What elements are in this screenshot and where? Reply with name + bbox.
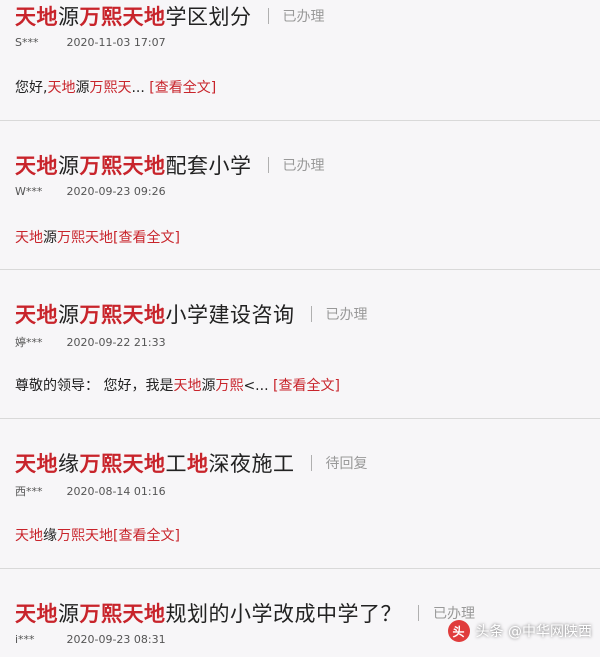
post-item[interactable]: 天地源万熙天地学区划分 已办理 S*** 2020-11-03 17:07 您好… (0, 0, 600, 121)
post-snippet: 天地源万熙天地[查看全文] (15, 230, 180, 246)
post-snippet: 天地缘万熙天地[查看全文] (15, 528, 180, 544)
post-item[interactable]: 天地源万熙天地小学建设咨询 已办理 婷*** 2020-09-22 21:33 … (0, 298, 600, 419)
watermark-label: 头条 @中华网陕西 (475, 624, 592, 640)
read-more-link[interactable]: [查看全文] (113, 528, 180, 544)
post-title[interactable]: 天地缘万熙天地工地深夜施工 (15, 448, 295, 478)
post-meta: W*** 2020-09-23 09:26 (15, 185, 166, 198)
post-time: 2020-08-14 01:16 (66, 485, 166, 498)
post-time: 2020-09-22 21:33 (66, 336, 166, 349)
post-meta: 西*** 2020-08-14 01:16 (15, 483, 166, 499)
post-user: S*** (15, 36, 39, 49)
post-snippet: 您好,天地源万熙天... [查看全文] (15, 80, 217, 96)
read-more-link[interactable]: [查看全文] (269, 378, 340, 394)
post-title[interactable]: 天地源万熙天地规划的小学改成中学了？ (15, 598, 402, 628)
post-user: i*** (15, 633, 35, 646)
read-more-link[interactable]: [查看全文] (113, 230, 180, 246)
toutiao-logo-icon: 头 (447, 620, 470, 642)
divider (267, 157, 269, 173)
post-meta: S*** 2020-11-03 17:07 (15, 36, 166, 49)
post-item[interactable]: 天地缘万熙天地工地深夜施工 待回复 西*** 2020-08-14 01:16 … (0, 447, 600, 569)
divider (267, 8, 269, 24)
post-title[interactable]: 天地源万熙天地小学建设咨询 (15, 299, 295, 329)
status-badge: 已办理 (282, 158, 325, 174)
post-user: 婷*** (15, 336, 43, 349)
post-time: 2020-09-23 09:26 (66, 185, 166, 198)
status-badge: 已办理 (282, 9, 325, 25)
post-title[interactable]: 天地源万熙天地配套小学 (15, 150, 252, 180)
status-badge: 待回复 (325, 456, 368, 472)
read-more-link[interactable]: [查看全文] (145, 80, 216, 96)
post-meta: i*** 2020-09-23 08:31 (15, 633, 166, 646)
post-user: 西*** (15, 485, 43, 498)
watermark: 头 头条 @中华网陕西 (447, 620, 592, 642)
divider (418, 605, 419, 621)
post-time: 2020-09-23 08:31 (66, 633, 166, 646)
divider (310, 306, 312, 322)
post-user: W*** (15, 185, 43, 198)
post-title[interactable]: 天地源万熙天地学区划分 (15, 1, 252, 31)
divider (310, 455, 312, 471)
post-item[interactable]: 天地源万熙天地配套小学 已办理 W*** 2020-09-23 09:26 天地… (0, 149, 600, 270)
post-meta: 婷*** 2020-09-22 21:33 (15, 334, 166, 350)
status-badge: 已办理 (325, 307, 368, 323)
post-time: 2020-11-03 17:07 (66, 36, 166, 49)
post-snippet: 尊敬的领导： 您好，我是天地源万熙<... [查看全文] (15, 378, 340, 394)
